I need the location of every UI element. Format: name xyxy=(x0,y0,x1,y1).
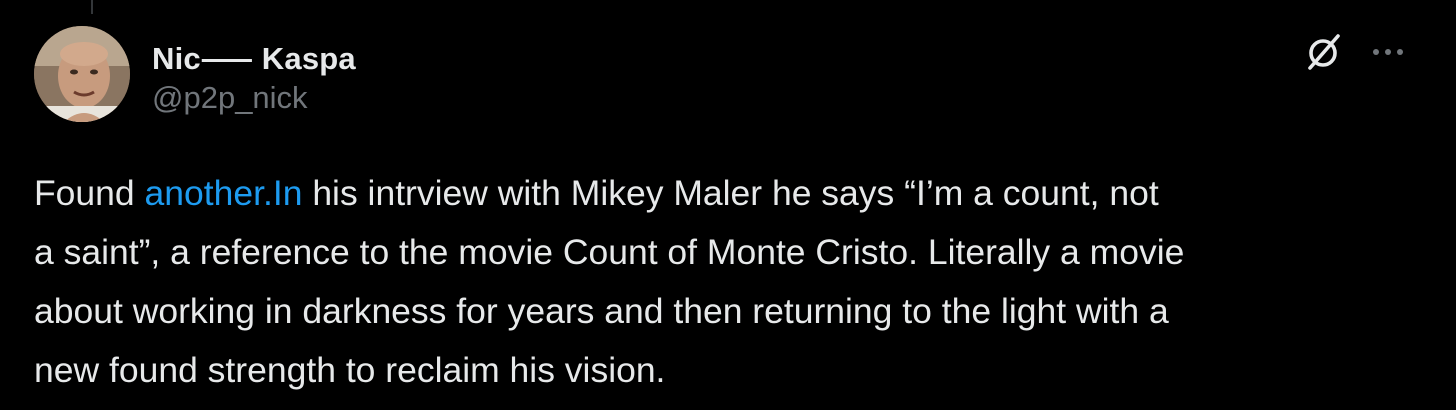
tweet-line-3: about working in darkness for years and … xyxy=(34,291,1169,331)
tweet-line-4: new found strength to reclaim his vision… xyxy=(34,350,666,390)
tweet-text-segment: his intrview with Mikey Maler he says “I… xyxy=(302,173,1159,213)
tweet-body: Found another.In his intrview with Mikey… xyxy=(34,164,1424,400)
author-handle[interactable]: @p2p_nick xyxy=(152,80,308,116)
grok-slash-circle-icon[interactable] xyxy=(1302,30,1346,74)
tweet-line-2: a saint”, a reference to the movie Count… xyxy=(34,232,1185,272)
thread-connector-line xyxy=(91,0,93,14)
author-display-name[interactable]: Nic⸺ Kaspa xyxy=(152,33,356,78)
tweet-text-segment: Found xyxy=(34,173,145,213)
tweet-line-1: Found another.In his intrview with Mikey… xyxy=(34,164,1424,223)
more-options-icon[interactable] xyxy=(1368,40,1408,64)
tweet-link[interactable]: another.In xyxy=(145,173,303,213)
avatar[interactable] xyxy=(34,26,130,122)
